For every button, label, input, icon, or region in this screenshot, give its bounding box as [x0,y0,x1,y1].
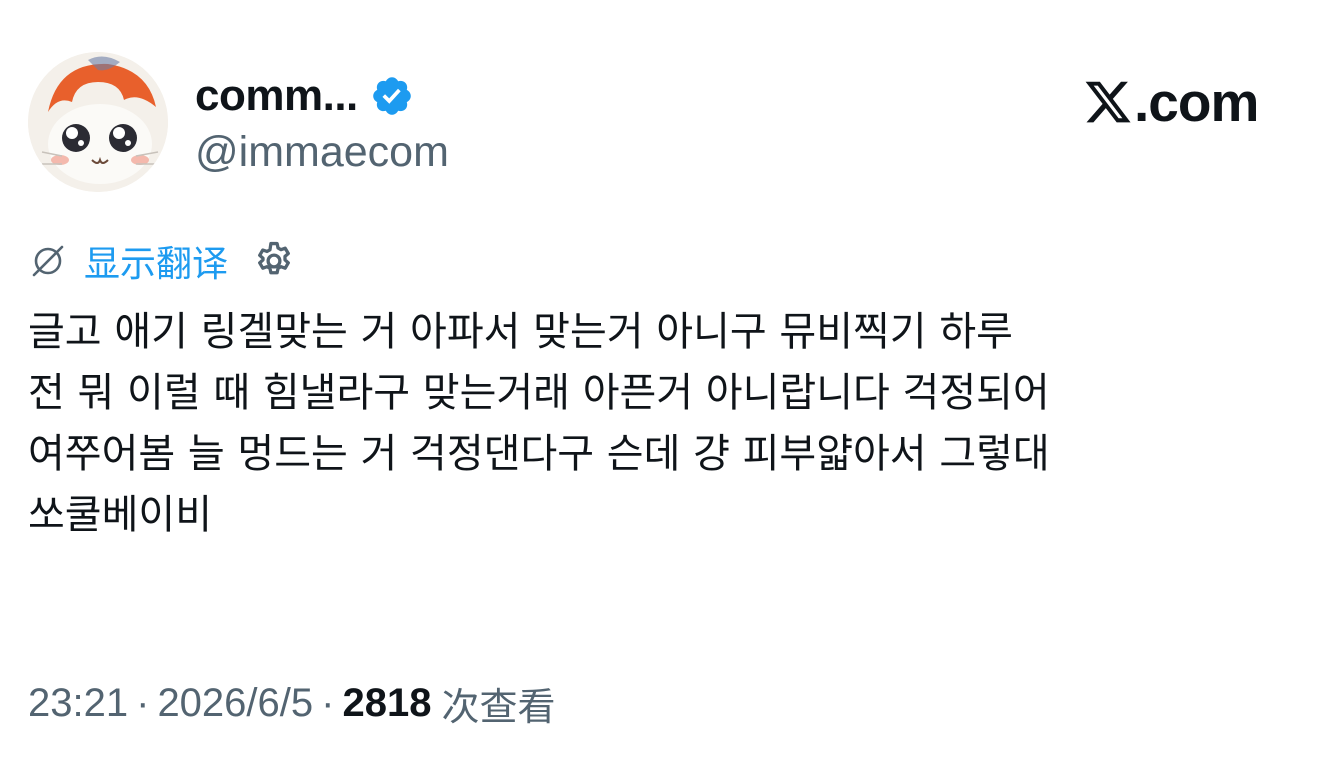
verified-badge-icon [372,77,411,115]
views-label: 次查看 [441,684,556,729]
tweet-line: 전 뭐 이럴 때 힘낼라구 맞는거래 아픈거 아니랍니다 걱정되어 [28,370,1050,416]
meta-separator: · [136,680,150,725]
tweet-meta: 23:21 · 2026/6/5 · 2818 次查看 [28,676,555,730]
translate-row: 显示翻译 [28,236,296,286]
author-display-name[interactable]: comm... [195,71,358,121]
x-com-logo: .com [1083,71,1259,133]
logo-domain-text: .com [1134,71,1259,133]
author-handle[interactable]: @immaecom [195,128,449,177]
tweet-line: 글고 애기 링겔맞는 거 아파서 맞는거 아니구 뮤비찍기 하루 [28,309,1013,355]
views-count: 2818 [342,680,432,725]
hamster-avatar-icon[interactable] [28,52,168,192]
tweet-date[interactable]: 2026/6/5 [157,681,313,726]
gear-icon[interactable] [252,239,296,283]
x-logo-icon [1085,81,1131,123]
meta-separator: · [321,680,335,725]
show-translation-link[interactable]: 显示翻译 [84,235,228,287]
tweet-body: 글고 애기 링겔맞는 거 아파서 맞는거 아니구 뮤비찍기 하루 전 뭐 이럴 … [28,302,1298,546]
translate-icon[interactable] [28,241,68,281]
author-name-row[interactable]: comm... [195,70,414,122]
tweet-line: 쏘쿨베이비 [28,492,212,538]
tweet-time[interactable]: 23:21 [28,681,128,726]
tweet-line: 여쭈어봄 늘 멍드는 거 걱정댄다구 슨데 걍 피부얇아서 그렇대 [28,431,1050,477]
